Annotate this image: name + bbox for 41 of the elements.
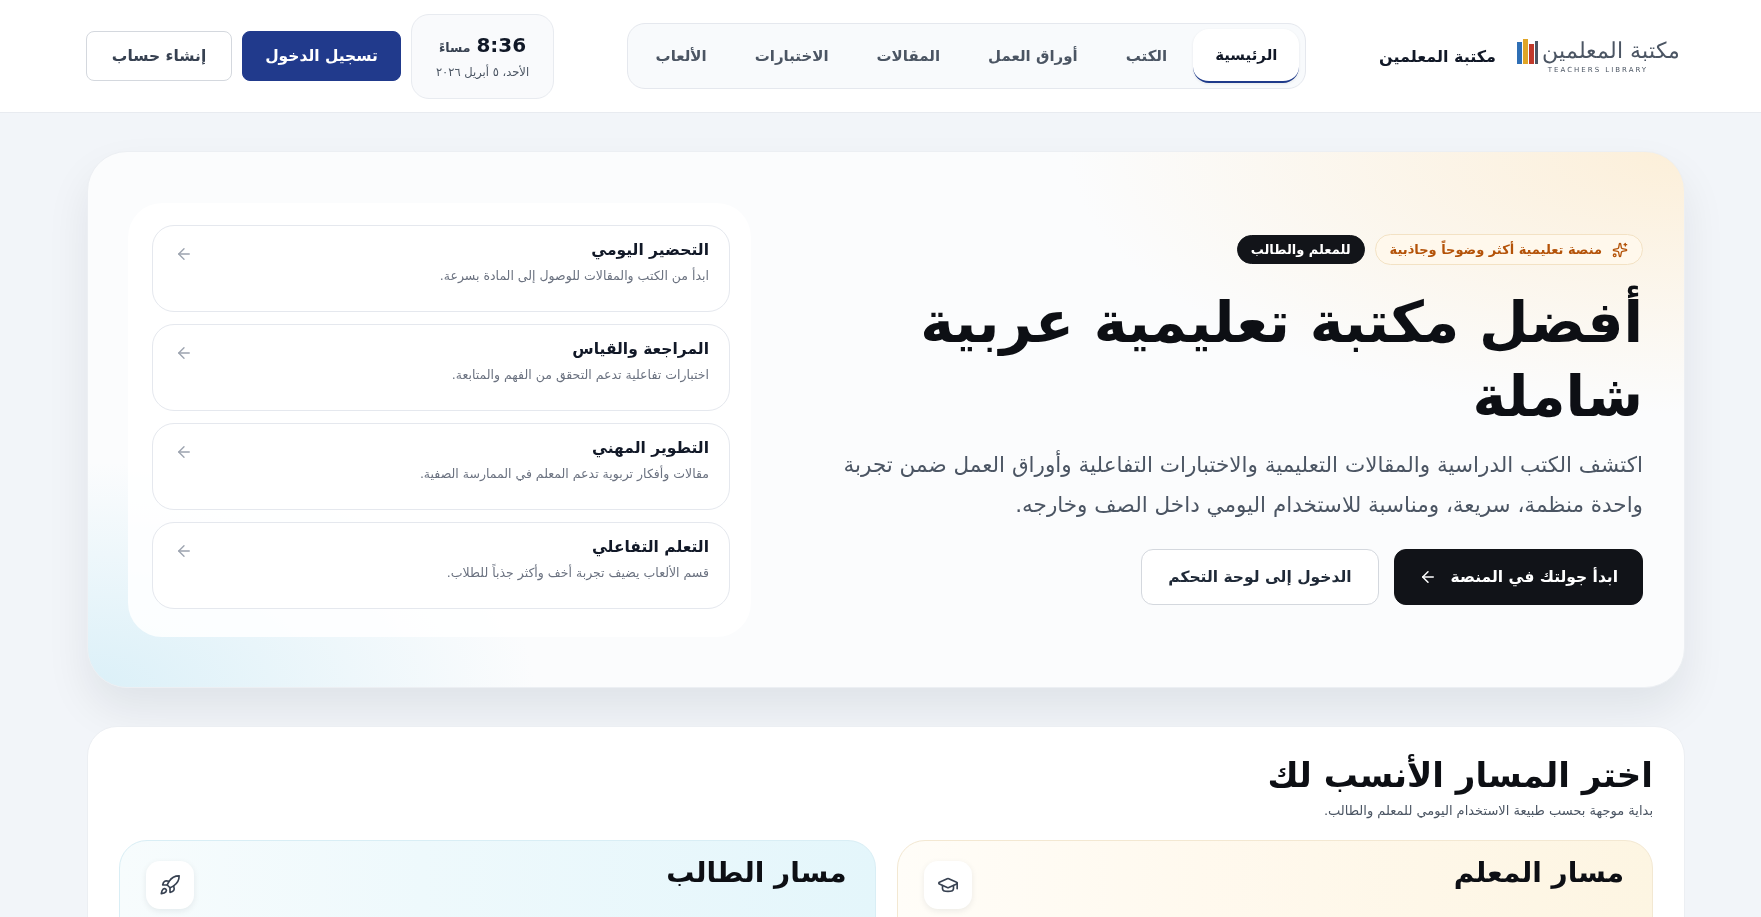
path-title: مسار الطالب xyxy=(666,855,847,891)
dashboard-button[interactable]: الدخول إلى لوحة التحكم xyxy=(1141,549,1379,605)
feature-card[interactable]: التعلم التفاعلي قسم الألعاب يضيف تجربة أخف وأكثر جذباً للطلاب. xyxy=(152,521,730,609)
section-subtitle: بداية موجهة بحسب طبيعة الاستخدام اليومي للمعلم والطالب. xyxy=(1322,803,1653,818)
graduation-cap-icon xyxy=(923,861,972,909)
feature-title: التعلم التفاعلي xyxy=(590,537,709,556)
feature-card[interactable]: المراجعة والقياس اختبارات تفاعلية تدعم التحقق من الفهم والمتابعة. xyxy=(152,323,730,411)
nav-tab[interactable]: الاختبارات xyxy=(732,29,851,83)
path-card[interactable]: مسار الطالب xyxy=(119,840,876,917)
nav-tab[interactable]: أوراق العمل xyxy=(966,29,1100,83)
feature-title: المراجعة والقياس xyxy=(571,339,709,358)
start-tour-button[interactable]: ابدأ جولتك في المنصة xyxy=(1393,549,1643,605)
feature-title: التطوير المهني xyxy=(591,438,709,457)
badge-label: منصة تعليمية أكثر وضوحاً وجاذبية xyxy=(1389,242,1602,257)
section-title: اختر المسار الأنسب لك xyxy=(1266,753,1653,798)
feature-description: قسم الألعاب يضيف تجربة أخف وأكثر جذباً للطلاب. xyxy=(446,564,709,580)
nav-tab[interactable]: الألعاب xyxy=(633,29,729,83)
sparkle-icon xyxy=(1612,241,1628,258)
path-title: مسار المعلم xyxy=(1453,855,1624,891)
rocket-icon xyxy=(146,861,194,909)
feature-card[interactable]: التطوير المهني مقالات وأفكار تربوية تدعم المعلم في الممارسة الصفية. xyxy=(152,422,730,510)
feature-description: مقالات وأفكار تربوية تدعم المعلم في الممارسة الصفية. xyxy=(419,465,709,481)
feature-card[interactable]: التحضير اليومي ابدأ من الكتب والمقالات للوصول إلى المادة بسرعة. xyxy=(152,224,730,312)
nav-tab[interactable]: المقالات xyxy=(854,29,963,83)
clock-date: الأحد، ٥ أبريل ٢٠٢٦ xyxy=(435,65,530,79)
feature-title: التحضير اليومي xyxy=(590,240,709,259)
feature-description: اختبارات تفاعلية تدعم التحقق من الفهم والمتابعة. xyxy=(451,366,709,382)
nav-tab[interactable]: الرئيسية xyxy=(1193,29,1300,83)
badge-label: للمعلم والطالب xyxy=(1250,242,1351,257)
books-icon xyxy=(1516,38,1538,64)
hero-headline: أفضل مكتبة تعليمية عربية شاملة xyxy=(863,285,1643,433)
path-card[interactable]: مسار المعلم xyxy=(896,840,1653,917)
clock-time: 8:36 xyxy=(476,33,527,57)
hero-description: اكتشف الكتب الدراسية والمقالات التعليمية والاختبارات التفاعلية وأوراق العمل ضمن تجربة واحدة منظمة، سريعة، ومناسبة للاستخدام اليومي داخل الصف وخارجه. xyxy=(842,449,1643,519)
brand-name: مكتبة المعلمين xyxy=(1379,46,1496,66)
signup-button[interactable]: إنشاء حساب xyxy=(86,31,232,81)
login-button[interactable]: تسجيل الدخول xyxy=(242,31,401,81)
clock-period: مساءً xyxy=(438,40,471,55)
nav-tab[interactable]: الكتب xyxy=(1103,29,1190,83)
logo-wordmark[interactable]: مكتبة المعلمين xyxy=(1542,38,1680,64)
feature-description: ابدأ من الكتب والمقالات للوصول إلى المادة بسرعة. xyxy=(439,267,709,283)
